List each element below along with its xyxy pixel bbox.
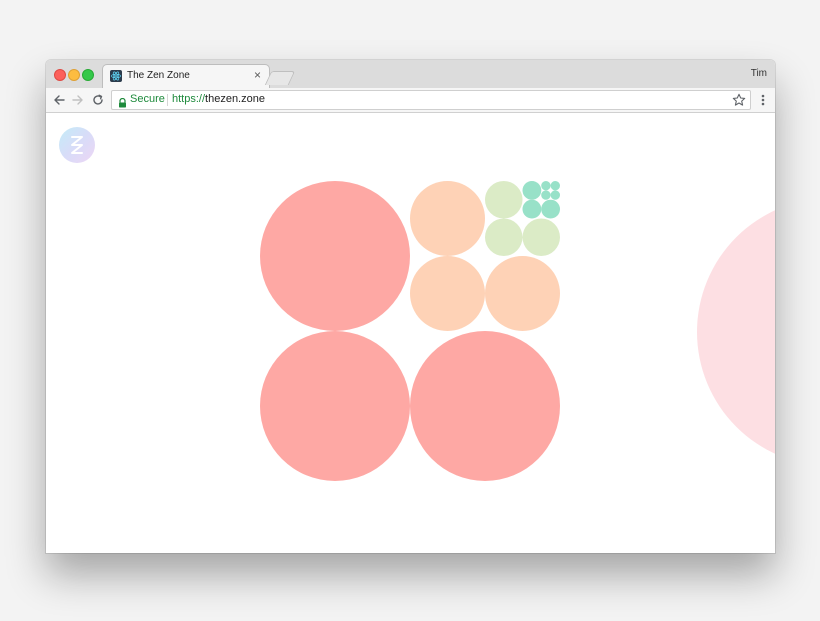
kebab-menu-icon[interactable] [759,92,767,108]
mint-circle[interactable] [522,199,542,219]
peach-circle[interactable] [485,256,560,331]
sage-circle[interactable] [522,218,561,257]
pink-circle[interactable] [697,198,775,466]
tab-close-icon[interactable]: × [254,68,261,82]
url-scheme: https:// [172,93,206,105]
tab-the-zen-zone[interactable]: The Zen Zone × [102,64,270,90]
peach-circle[interactable] [410,181,485,256]
circle-canvas [260,181,775,481]
tab-title: The Zen Zone [127,70,190,81]
mint-circle[interactable] [541,199,560,219]
page-viewport [46,113,775,553]
sage-circle[interactable] [485,218,523,257]
react-atom-icon [110,70,122,82]
profile-name[interactable]: Tim [751,68,767,79]
browser-window: The Zen Zone × Tim Secure https://thezen… [46,60,775,553]
mint-circle[interactable] [522,181,542,200]
address-bar[interactable]: Secure https://thezen.zone [111,90,751,110]
sage-circle[interactable] [485,181,523,219]
secure-label: Secure [130,93,165,105]
omnibox-divider [167,94,168,106]
peach-circle[interactable] [410,256,485,331]
star-icon[interactable] [732,93,746,107]
coral-circle[interactable] [410,331,560,481]
new-tab-button[interactable] [264,71,296,85]
url-text[interactable]: https://thezen.zone [172,93,265,105]
mint-circle-small[interactable] [541,190,551,200]
close-window-button[interactable] [54,69,66,81]
minimize-window-button[interactable] [68,69,80,81]
mint-circle-small[interactable] [550,181,560,191]
zoom-window-button[interactable] [82,69,94,81]
reload-icon[interactable] [90,92,106,108]
mint-circle-small[interactable] [550,190,560,200]
arrow-left-icon[interactable] [51,92,67,108]
coral-circle[interactable] [260,181,410,331]
mint-circle-small[interactable] [541,181,551,191]
url-host: thezen.zone [205,93,265,105]
coral-circle[interactable] [260,331,410,481]
browser-toolbar: Secure https://thezen.zone [46,88,775,113]
arrow-right-icon[interactable] [70,92,86,108]
title-bar: The Zen Zone × Tim [46,60,775,90]
lock-icon [118,95,127,108]
